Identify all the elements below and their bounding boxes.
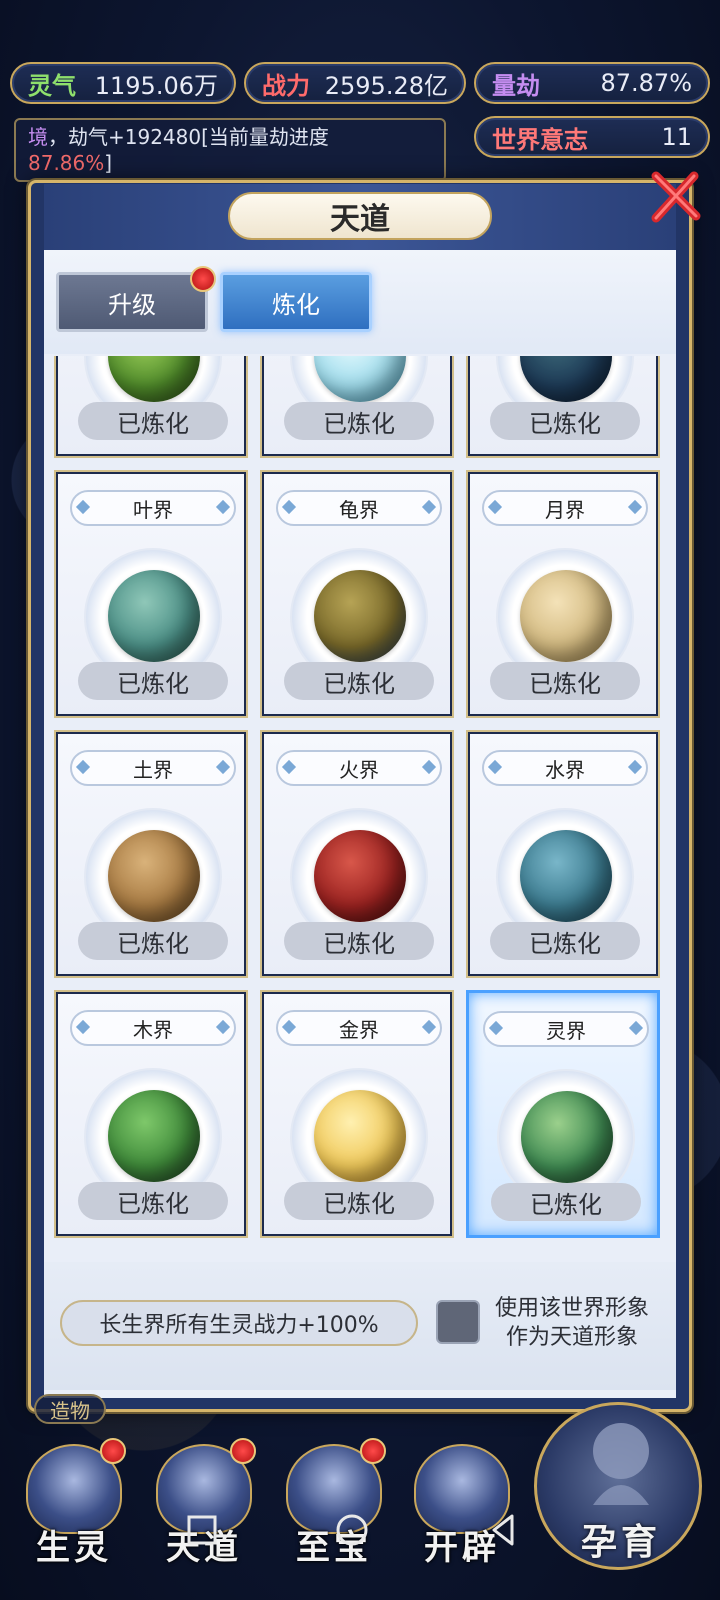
notice-text: ，劫气+192480[当前量劫进度 xyxy=(48,125,329,149)
world-will-bar[interactable]: 世界意志 11 xyxy=(474,116,710,158)
world-card[interactable]: 木界 已炼化 xyxy=(54,990,248,1238)
refine-status: 已炼化 xyxy=(78,922,228,960)
earth-planet-icon xyxy=(108,830,200,922)
lingqi-label: 灵气 xyxy=(28,71,76,100)
event-notice: 境，劫气+192480[当前量劫进度 87.86%] xyxy=(14,118,446,182)
refine-status: 已炼化 xyxy=(490,922,640,960)
checkbox-label: 使用该世界形象 作为天道形象 xyxy=(484,1294,660,1352)
world-grid: 已炼化 已炼化 已炼化 叶界 已炼化 龟界 已炼化 月界 已炼化 土界 已炼化 火界 已炼化 水界 已炼化木… xyxy=(54,356,660,1238)
bonus-label: 长生界所有生灵战力+100% xyxy=(99,1313,379,1338)
world-card[interactable]: 金界 已炼化 xyxy=(260,990,454,1238)
world-card[interactable]: 土界 已炼化 xyxy=(54,730,248,978)
world-name: 龟界 xyxy=(276,490,442,526)
back-icon[interactable] xyxy=(484,1510,524,1550)
world-card[interactable]: 水界 已炼化 xyxy=(466,730,660,978)
zaowu-label: 造物 xyxy=(50,1398,90,1423)
figure-silhouette-icon xyxy=(593,1423,649,1505)
liangjie-label: 量劫 xyxy=(492,71,540,100)
world-grid-viewport[interactable]: 已炼化 已炼化 已炼化 叶界 已炼化 龟界 已炼化 月界 已炼化 土界 已炼化 火界 已炼化 水界 已炼化木… xyxy=(54,356,666,1272)
tab-refine-label: 炼化 xyxy=(272,290,320,319)
tab-upgrade[interactable]: 升级 xyxy=(56,272,208,332)
notification-dot xyxy=(360,1438,386,1464)
bonus-text: 长生界所有生灵战力+100% xyxy=(60,1300,418,1346)
world-name: 月界 xyxy=(482,490,648,526)
refine-status: 已炼化 xyxy=(490,662,640,700)
system-nav-bar xyxy=(0,1500,720,1560)
refine-status: 已炼化 xyxy=(78,402,228,440)
fire-planet-icon xyxy=(314,830,406,922)
world-name: 火界 xyxy=(276,750,442,786)
world-name: 木界 xyxy=(70,1010,236,1046)
world-card[interactable]: 已炼化 xyxy=(54,356,248,458)
notice-prefix: 境 xyxy=(28,125,48,149)
world-name: 叶界 xyxy=(70,490,236,526)
notice-percent: 87.86% xyxy=(28,151,105,175)
recents-icon[interactable] xyxy=(182,1510,222,1550)
notification-dot xyxy=(190,266,216,292)
use-image-checkbox[interactable] xyxy=(436,1300,480,1344)
tab-upgrade-label: 升级 xyxy=(108,290,156,319)
turtle-planet-icon xyxy=(314,570,406,662)
lingqi-value: 1195.06万 xyxy=(94,71,218,100)
notification-dot xyxy=(100,1438,126,1464)
wood-planet-icon xyxy=(108,1090,200,1182)
refine-status: 已炼化 xyxy=(490,402,640,440)
close-button[interactable] xyxy=(646,168,704,226)
liangjie-bar[interactable]: 量劫 87.87% xyxy=(474,62,710,104)
world-card[interactable]: 火界 已炼化 xyxy=(260,730,454,978)
liangjie-value: 87.87% xyxy=(600,69,692,97)
leaf-planet-icon xyxy=(108,570,200,662)
notice-suffix: ] xyxy=(104,151,113,175)
dialog-title-text: 天道 xyxy=(330,202,390,237)
checkbox-label-line1: 使用该世界形象 xyxy=(494,1296,649,1321)
world-card[interactable]: 已炼化 xyxy=(260,356,454,458)
water-planet-icon xyxy=(520,830,612,922)
refine-status: 已炼化 xyxy=(78,662,228,700)
zhanli-value: 2595.28亿 xyxy=(324,71,448,100)
world-will-label: 世界意志 xyxy=(492,125,588,154)
spirit-planet-icon xyxy=(521,1091,613,1183)
gold-planet-icon xyxy=(314,1090,406,1182)
tab-refine[interactable]: 炼化 xyxy=(220,272,372,332)
lingqi-bar: 灵气 1195.06万 xyxy=(10,62,236,104)
refine-status: 已炼化 xyxy=(284,922,434,960)
world-card[interactable]: 月界 已炼化 xyxy=(466,470,660,718)
zhanli-label: 战力 xyxy=(262,71,310,100)
refine-status: 已炼化 xyxy=(491,1183,641,1221)
moon-planet-icon xyxy=(520,570,612,662)
world-card[interactable]: 龟界 已炼化 xyxy=(260,470,454,718)
world-card[interactable]: 灵界 已炼化 xyxy=(466,990,660,1238)
world-will-value: 11 xyxy=(661,123,692,151)
dialog-title: 天道 xyxy=(228,192,492,240)
zaowu-button[interactable]: 造物 xyxy=(34,1394,106,1424)
checkbox-label-line2: 作为天道形象 xyxy=(505,1325,638,1350)
world-card[interactable]: 已炼化 xyxy=(466,356,660,458)
zhanli-bar: 战力 2595.28亿 xyxy=(244,62,466,104)
home-icon[interactable] xyxy=(332,1510,372,1550)
refine-status: 已炼化 xyxy=(284,1182,434,1220)
world-name: 土界 xyxy=(70,750,236,786)
world-name: 灵界 xyxy=(483,1011,649,1047)
world-name: 金界 xyxy=(276,1010,442,1046)
refine-status: 已炼化 xyxy=(284,662,434,700)
refine-status: 已炼化 xyxy=(284,402,434,440)
world-name: 水界 xyxy=(482,750,648,786)
notification-dot xyxy=(230,1438,256,1464)
world-card[interactable]: 叶界 已炼化 xyxy=(54,470,248,718)
close-icon xyxy=(651,171,701,223)
refine-status: 已炼化 xyxy=(78,1182,228,1220)
